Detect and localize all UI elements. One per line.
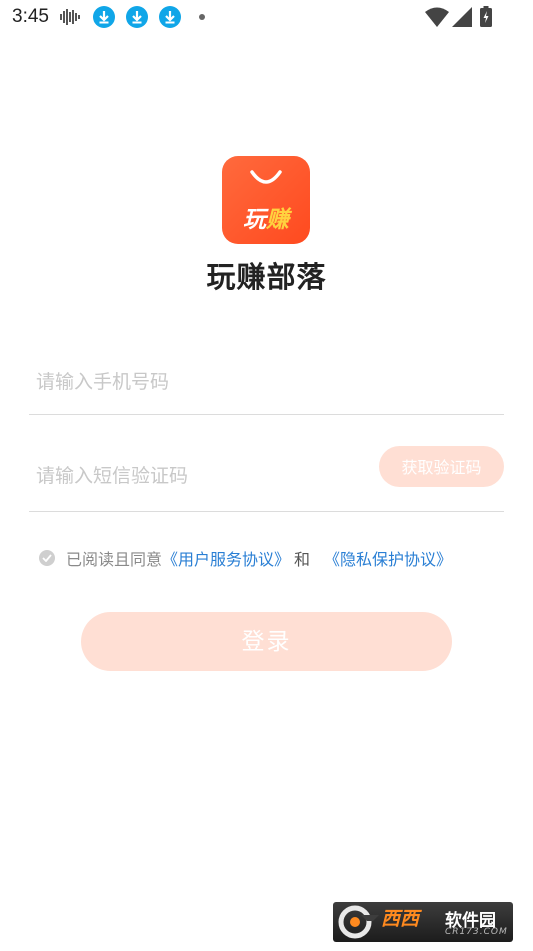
notification-dot-icon	[199, 14, 205, 20]
watermark-logo-icon	[338, 905, 379, 939]
logo-text: 玩赚	[222, 200, 310, 234]
app-logo: 玩赚	[222, 156, 310, 244]
watermark: 西西 软件园 CR173.COM	[333, 902, 513, 942]
agreement-and: 和	[294, 550, 311, 569]
watermark-url: CR173.COM	[445, 927, 508, 937]
agreement-check-icon[interactable]	[39, 550, 55, 566]
agreement-prefix: 已阅读且同意	[66, 550, 163, 569]
login-button[interactable]: 登录	[81, 612, 452, 671]
download-icon	[159, 6, 181, 28]
download-icon	[93, 6, 115, 28]
app-name: 玩赚部落	[206, 260, 327, 294]
download-icon	[126, 6, 148, 28]
logo-text-left: 玩	[243, 207, 266, 233]
phone-input[interactable]	[36, 350, 366, 414]
wifi-icon	[425, 7, 449, 27]
agreement-row: 已阅读且同意 《用户服务协议》 和 《隐私保护协议》	[39, 546, 452, 570]
user-agreement-link[interactable]: 《用户服务协议》	[162, 546, 290, 570]
watermark-brand-orange: 西西	[381, 908, 420, 930]
phone-field-container	[29, 350, 504, 415]
status-bar: 3:45	[0, 0, 533, 36]
signal-icon	[452, 7, 472, 27]
smile-icon	[250, 170, 282, 184]
logo-text-right: 赚	[266, 207, 289, 233]
waveform-icon	[60, 9, 80, 25]
sms-field-container: 获取验证码	[29, 440, 504, 512]
privacy-agreement-link[interactable]: 《隐私保护协议》	[324, 546, 452, 570]
get-code-button[interactable]: 获取验证码	[379, 446, 504, 487]
battery-icon	[480, 6, 492, 27]
sms-code-input[interactable]	[36, 440, 366, 511]
status-time: 3:45	[12, 6, 49, 27]
